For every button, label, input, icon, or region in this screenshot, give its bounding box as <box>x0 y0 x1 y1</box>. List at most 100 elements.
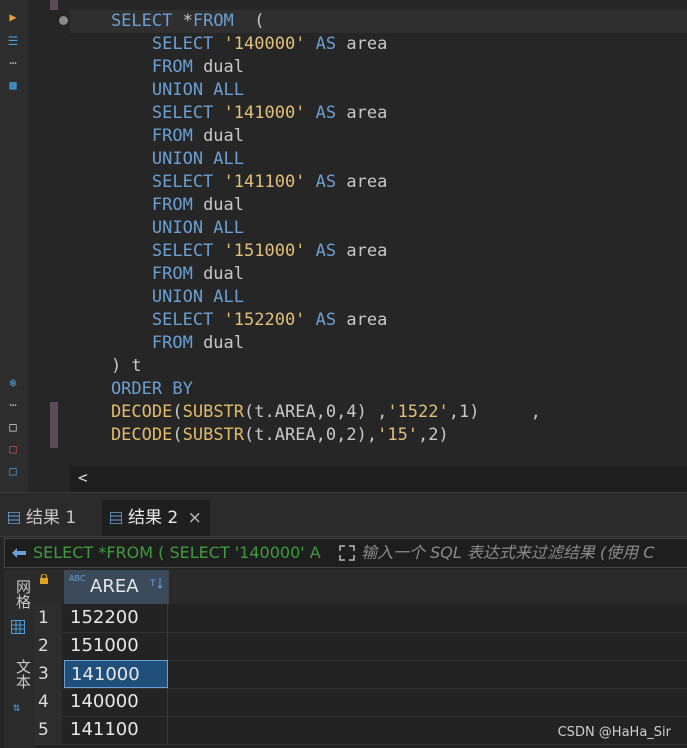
code-token: ( <box>233 11 265 31</box>
code-token: dual <box>203 264 245 284</box>
code-token: AS <box>305 34 347 54</box>
code-line[interactable]: FROM dual <box>70 194 687 217</box>
grid-icon <box>110 512 122 524</box>
code-token: area <box>346 310 388 330</box>
code-line[interactable]: UNION ALL <box>70 217 687 240</box>
code-line[interactable]: FROM dual <box>70 125 687 148</box>
fold-toggle-icon[interactable] <box>59 16 68 25</box>
lock-icon <box>40 574 48 584</box>
code-line[interactable]: DECODE(SUBSTR(t.AREA,0,4) ,'1522',1) , <box>70 401 687 424</box>
area-cell[interactable]: 141100 <box>64 716 168 744</box>
code-line[interactable]: DECODE(SUBSTR(t.AREA,0,2),'15',2) <box>70 424 687 447</box>
result-grid[interactable]: ABC AREA T 1 152200 2 151000 3 141000 4 140000 5… <box>34 570 687 748</box>
view-grid-tab[interactable]: 网格 <box>4 574 34 614</box>
code-line[interactable]: UNION ALL <box>70 79 687 102</box>
code-token: (t.AREA,0,4) , <box>244 402 388 422</box>
code-token: '140000' <box>223 34 306 54</box>
code-line[interactable]: SELECT *FROM ( <box>70 10 687 33</box>
tab-result-2[interactable]: 结果 2 × <box>102 500 210 536</box>
code-line[interactable]: ) t <box>70 355 687 378</box>
code-token: area <box>346 172 388 192</box>
row-number[interactable]: 1 <box>34 604 62 632</box>
code-token: FROM <box>70 57 204 77</box>
code-token: '15' <box>377 425 419 445</box>
settings-icon[interactable]: ❄ <box>6 376 20 390</box>
table-row[interactable]: 1 152200 <box>34 604 687 633</box>
code-token: FROM <box>70 126 204 146</box>
code-token: SELECT <box>70 310 224 330</box>
file-icon[interactable]: □ <box>6 420 20 434</box>
expand-icon[interactable] <box>339 545 355 561</box>
code-token: dual <box>203 126 245 146</box>
filter-bar[interactable]: SELECT *FROM ( SELECT '140000' A 输入一个 SQ… <box>4 538 687 568</box>
code-area[interactable]: SELECT *FROM ( SELECT '140000' AS area F… <box>70 10 687 447</box>
filter-input[interactable]: 输入一个 SQL 表达式来过滤结果 (使用 C <box>361 539 654 567</box>
code-line[interactable]: FROM dual <box>70 332 687 355</box>
code-token: UNION ALL <box>70 80 244 100</box>
code-line[interactable]: SELECT '141000' AS area <box>70 102 687 125</box>
table-row[interactable]: 3 141000 <box>34 660 687 689</box>
code-token: UNION ALL <box>70 287 244 307</box>
area-cell[interactable]: 151000 <box>64 632 168 660</box>
sql-editor[interactable]: ▶ ☰ ⋯ ▩ ❄ ⋯ □ □ □ SELECT *FROM ( SELECT … <box>0 0 687 492</box>
code-token: ( <box>172 425 183 445</box>
code-token: dual <box>203 195 245 215</box>
row-number[interactable]: 3 <box>34 660 62 688</box>
table-row[interactable]: 4 140000 <box>34 688 687 717</box>
terminal-icon[interactable]: ▩ <box>6 78 20 92</box>
import-icon[interactable]: □ <box>6 464 20 478</box>
grid-view-icon[interactable] <box>11 620 25 634</box>
more-icon[interactable]: ⋯ <box>6 56 20 70</box>
execute-icon[interactable]: ▶ <box>6 10 20 24</box>
code-token: FROM <box>70 264 204 284</box>
filter-sql-icon[interactable] <box>11 547 27 559</box>
grid-corner[interactable] <box>34 570 64 604</box>
area-cell[interactable]: 141000 <box>64 660 168 688</box>
view-text-tab[interactable]: 文本 <box>4 654 34 694</box>
horizontal-scrollbar[interactable]: < <box>70 466 687 492</box>
table-row[interactable]: 2 151000 <box>34 632 687 661</box>
code-token: SELECT <box>70 241 224 261</box>
row-number[interactable]: 4 <box>34 688 62 716</box>
code-token: SELECT <box>70 103 224 123</box>
code-line[interactable]: FROM dual <box>70 263 687 286</box>
export-icon[interactable]: □ <box>6 442 20 456</box>
tab-label: 结果 1 <box>26 508 77 528</box>
code-token: area <box>346 241 388 261</box>
sort-icon[interactable]: T <box>150 576 164 590</box>
text-view-icon[interactable]: ⇅ <box>13 700 20 714</box>
fold-marker <box>50 0 58 10</box>
tab-result-1[interactable]: 结果 1 <box>0 500 104 536</box>
scroll-left-icon[interactable]: < <box>78 468 88 487</box>
code-line[interactable]: SELECT '152200' AS area <box>70 309 687 332</box>
column-header-area[interactable]: ABC AREA T <box>64 570 169 604</box>
code-token: FROM <box>70 195 204 215</box>
close-icon[interactable]: × <box>188 508 202 528</box>
code-line[interactable]: SELECT '151000' AS area <box>70 240 687 263</box>
filter-query-text[interactable]: SELECT *FROM ( SELECT '140000' A <box>33 539 335 567</box>
code-token: FROM <box>70 333 204 353</box>
results-panel: 结果 1 结果 2 × SELECT *FROM ( SELECT '14000… <box>0 500 687 748</box>
area-cell[interactable]: 140000 <box>64 688 168 716</box>
row-number[interactable]: 5 <box>34 716 62 744</box>
script-icon[interactable]: ☰ <box>6 34 20 48</box>
code-token: AS <box>305 310 347 330</box>
more-icon-2[interactable]: ⋯ <box>6 398 20 412</box>
code-line[interactable]: FROM dual <box>70 56 687 79</box>
svg-text:T: T <box>150 579 156 589</box>
code-line[interactable]: ORDER BY <box>70 378 687 401</box>
code-token: SELECT <box>70 34 224 54</box>
results-tabs: 结果 1 结果 2 × <box>0 500 687 537</box>
editor-toolbar: ▶ ☰ ⋯ ▩ ❄ ⋯ □ □ □ <box>0 0 29 492</box>
code-line[interactable]: UNION ALL <box>70 286 687 309</box>
code-token: SELECT <box>70 11 183 31</box>
area-cell[interactable]: 152200 <box>64 604 168 632</box>
code-line[interactable]: UNION ALL <box>70 148 687 171</box>
code-line[interactable]: SELECT '141100' AS area <box>70 171 687 194</box>
row-number[interactable]: 2 <box>34 632 62 660</box>
code-token: '152200' <box>223 310 306 330</box>
code-token: FROM <box>192 11 234 31</box>
fold-gutter <box>28 0 70 470</box>
view-switcher: 网格 文本 ⇅ <box>4 570 34 748</box>
code-line[interactable]: SELECT '140000' AS area <box>70 33 687 56</box>
